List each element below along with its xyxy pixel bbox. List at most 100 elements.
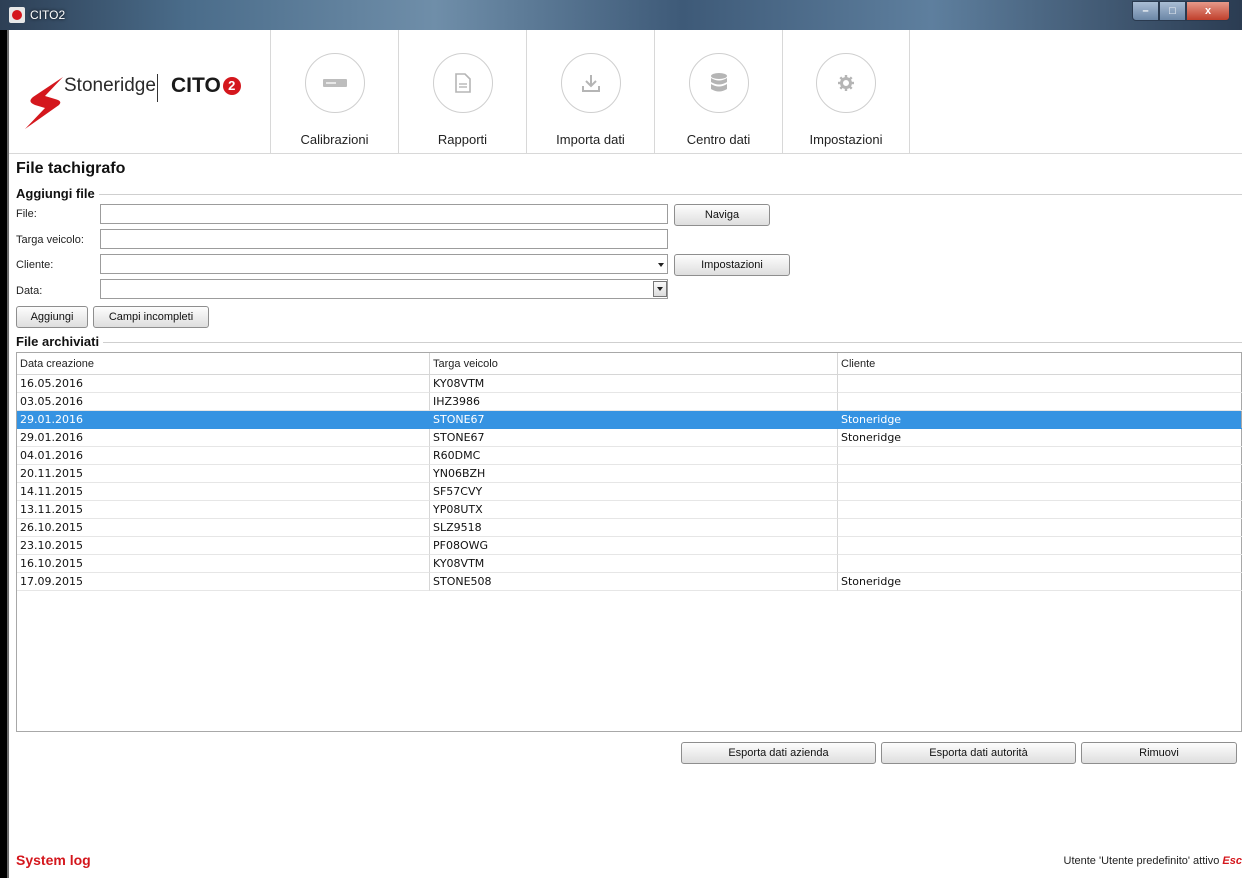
cell-date: 16.10.2015 [17, 555, 430, 573]
plate-label: Targa veicolo: [16, 234, 84, 246]
cell-plate: R60DMC [430, 447, 838, 465]
cell-date: 03.05.2016 [17, 393, 430, 411]
table-row[interactable]: 16.10.2015 KY08VTM [17, 555, 1242, 573]
toolbar-label: Impostazioni [809, 132, 883, 147]
stoneridge-logo: Stoneridge CITO 2 [9, 30, 271, 154]
archived-files-section-title: File archiviati [16, 334, 104, 349]
logo-product-suffix: 2 [222, 77, 241, 95]
incomplete-fields-button[interactable]: Campi incompleti [93, 306, 209, 328]
download-icon [560, 53, 621, 113]
cell-date: 20.11.2015 [17, 465, 430, 483]
system-log-link[interactable]: System log [16, 852, 91, 868]
toolbar-label: Rapporti [437, 132, 488, 147]
status-text: Utente 'Utente predefinito' attivo [1063, 855, 1220, 867]
cell-plate: KY08VTM [430, 555, 838, 573]
table-row[interactable]: 23.10.2015 PF08OWG [17, 537, 1242, 555]
cell-date: 17.09.2015 [17, 573, 430, 591]
section-divider [16, 342, 1242, 343]
date-field[interactable] [100, 279, 668, 299]
cell-date: 23.10.2015 [17, 537, 430, 555]
cell-client [838, 501, 1242, 519]
client-select[interactable] [100, 254, 668, 274]
table-row[interactable]: 13.11.2015 YP08UTX [17, 501, 1242, 519]
date-dropdown-icon[interactable] [653, 281, 667, 297]
remove-button[interactable]: Rimuovi [1081, 742, 1237, 764]
toolbar-rapporti[interactable]: Rapporti [398, 30, 526, 154]
file-label: File: [16, 208, 37, 220]
cell-date: 13.11.2015 [17, 501, 430, 519]
column-header-date[interactable]: Data creazione [17, 353, 430, 375]
toolbar-impostazioni[interactable]: Impostazioni [782, 30, 910, 154]
cell-plate: KY08VTM [430, 375, 838, 393]
calibration-icon [304, 53, 365, 113]
column-header-plate[interactable]: Targa veicolo [430, 353, 838, 375]
date-label: Data: [16, 285, 43, 297]
main-toolbar: Stoneridge CITO 2 Calibrazioni Rapporti I… [9, 30, 1242, 154]
table-header: Data creazione Targa veicolo Cliente [17, 353, 1241, 375]
browse-button[interactable]: Naviga [674, 204, 770, 226]
escape-link[interactable]: Esc [1222, 855, 1242, 867]
page-title: File tachigrafo [16, 160, 126, 177]
cell-client [838, 537, 1242, 555]
cell-date: 04.01.2016 [17, 447, 430, 465]
minimize-button[interactable]: – [1132, 1, 1159, 21]
logo-brand: Stoneridge [64, 75, 156, 96]
column-header-client[interactable]: Cliente [838, 353, 1242, 375]
database-icon [688, 53, 749, 113]
table-row[interactable]: 29.01.2016 STONE67 Stoneridge [17, 429, 1242, 447]
cell-plate: STONE508 [430, 573, 838, 591]
cell-date: 29.01.2016 [17, 429, 430, 447]
table-row[interactable]: 03.05.2016 IHZ3986 [17, 393, 1242, 411]
cell-plate: STONE67 [430, 411, 838, 429]
chevron-down-icon [658, 263, 664, 267]
cell-plate: YN06BZH [430, 465, 838, 483]
window-title: CITO2 [30, 8, 66, 22]
toolbar-label: Calibrazioni [300, 132, 369, 147]
swoosh-logo-icon [25, 77, 63, 129]
client-label: Cliente: [16, 259, 54, 271]
cell-client [838, 465, 1242, 483]
status-bar: Utente 'Utente predefinito' attivo Esc [1064, 855, 1242, 867]
cell-client [838, 393, 1242, 411]
cell-client: Stoneridge [838, 411, 1242, 429]
cell-date: 26.10.2015 [17, 519, 430, 537]
cell-client [838, 447, 1242, 465]
archived-files-table[interactable]: Data creazione Targa veicolo Cliente 16.… [16, 352, 1242, 732]
cell-client [838, 483, 1242, 501]
table-row[interactable]: 29.01.2016 STONE67 Stoneridge [17, 411, 1242, 429]
close-button[interactable]: x [1186, 1, 1230, 21]
toolbar-centro-dati[interactable]: Centro dati [654, 30, 782, 154]
toolbar-label: Centro dati [686, 132, 751, 147]
cell-date: 14.11.2015 [17, 483, 430, 501]
toolbar-calibrazioni[interactable]: Calibrazioni [270, 30, 398, 154]
plate-input[interactable] [100, 229, 668, 249]
window-frame-left [0, 30, 9, 878]
export-authority-data-button[interactable]: Esporta dati autorità [881, 742, 1076, 764]
table-row[interactable]: 04.01.2016 R60DMC [17, 447, 1242, 465]
document-icon [432, 53, 493, 113]
maximize-button[interactable]: □ [1159, 1, 1186, 21]
file-input[interactable] [100, 204, 668, 224]
add-button[interactable]: Aggiungi [16, 306, 88, 328]
logo-product-name: CITO [171, 74, 221, 97]
gear-icon [816, 53, 876, 113]
table-row[interactable]: 20.11.2015 YN06BZH [17, 465, 1242, 483]
cell-plate: YP08UTX [430, 501, 838, 519]
cell-plate: SLZ9518 [430, 519, 838, 537]
table-row[interactable]: 26.10.2015 SLZ9518 [17, 519, 1242, 537]
table-row[interactable]: 16.05.2016 KY08VTM [17, 375, 1242, 393]
window-titlebar: CITO2 – □ x [0, 0, 1242, 30]
cell-date: 16.05.2016 [17, 375, 430, 393]
logo-product: CITO 2 [171, 74, 241, 98]
table-row[interactable]: 17.09.2015 STONE508 Stoneridge [17, 573, 1242, 591]
cell-client: Stoneridge [838, 429, 1242, 447]
cell-date: 29.01.2016 [17, 411, 430, 429]
table-row[interactable]: 14.11.2015 SF57CVY [17, 483, 1242, 501]
export-company-data-button[interactable]: Esporta dati azienda [681, 742, 876, 764]
settings-button[interactable]: Impostazioni [674, 254, 790, 276]
app-icon [9, 7, 25, 23]
cell-plate: PF08OWG [430, 537, 838, 555]
cell-client [838, 375, 1242, 393]
toolbar-importa-dati[interactable]: Importa dati [526, 30, 654, 154]
cell-plate: IHZ3986 [430, 393, 838, 411]
